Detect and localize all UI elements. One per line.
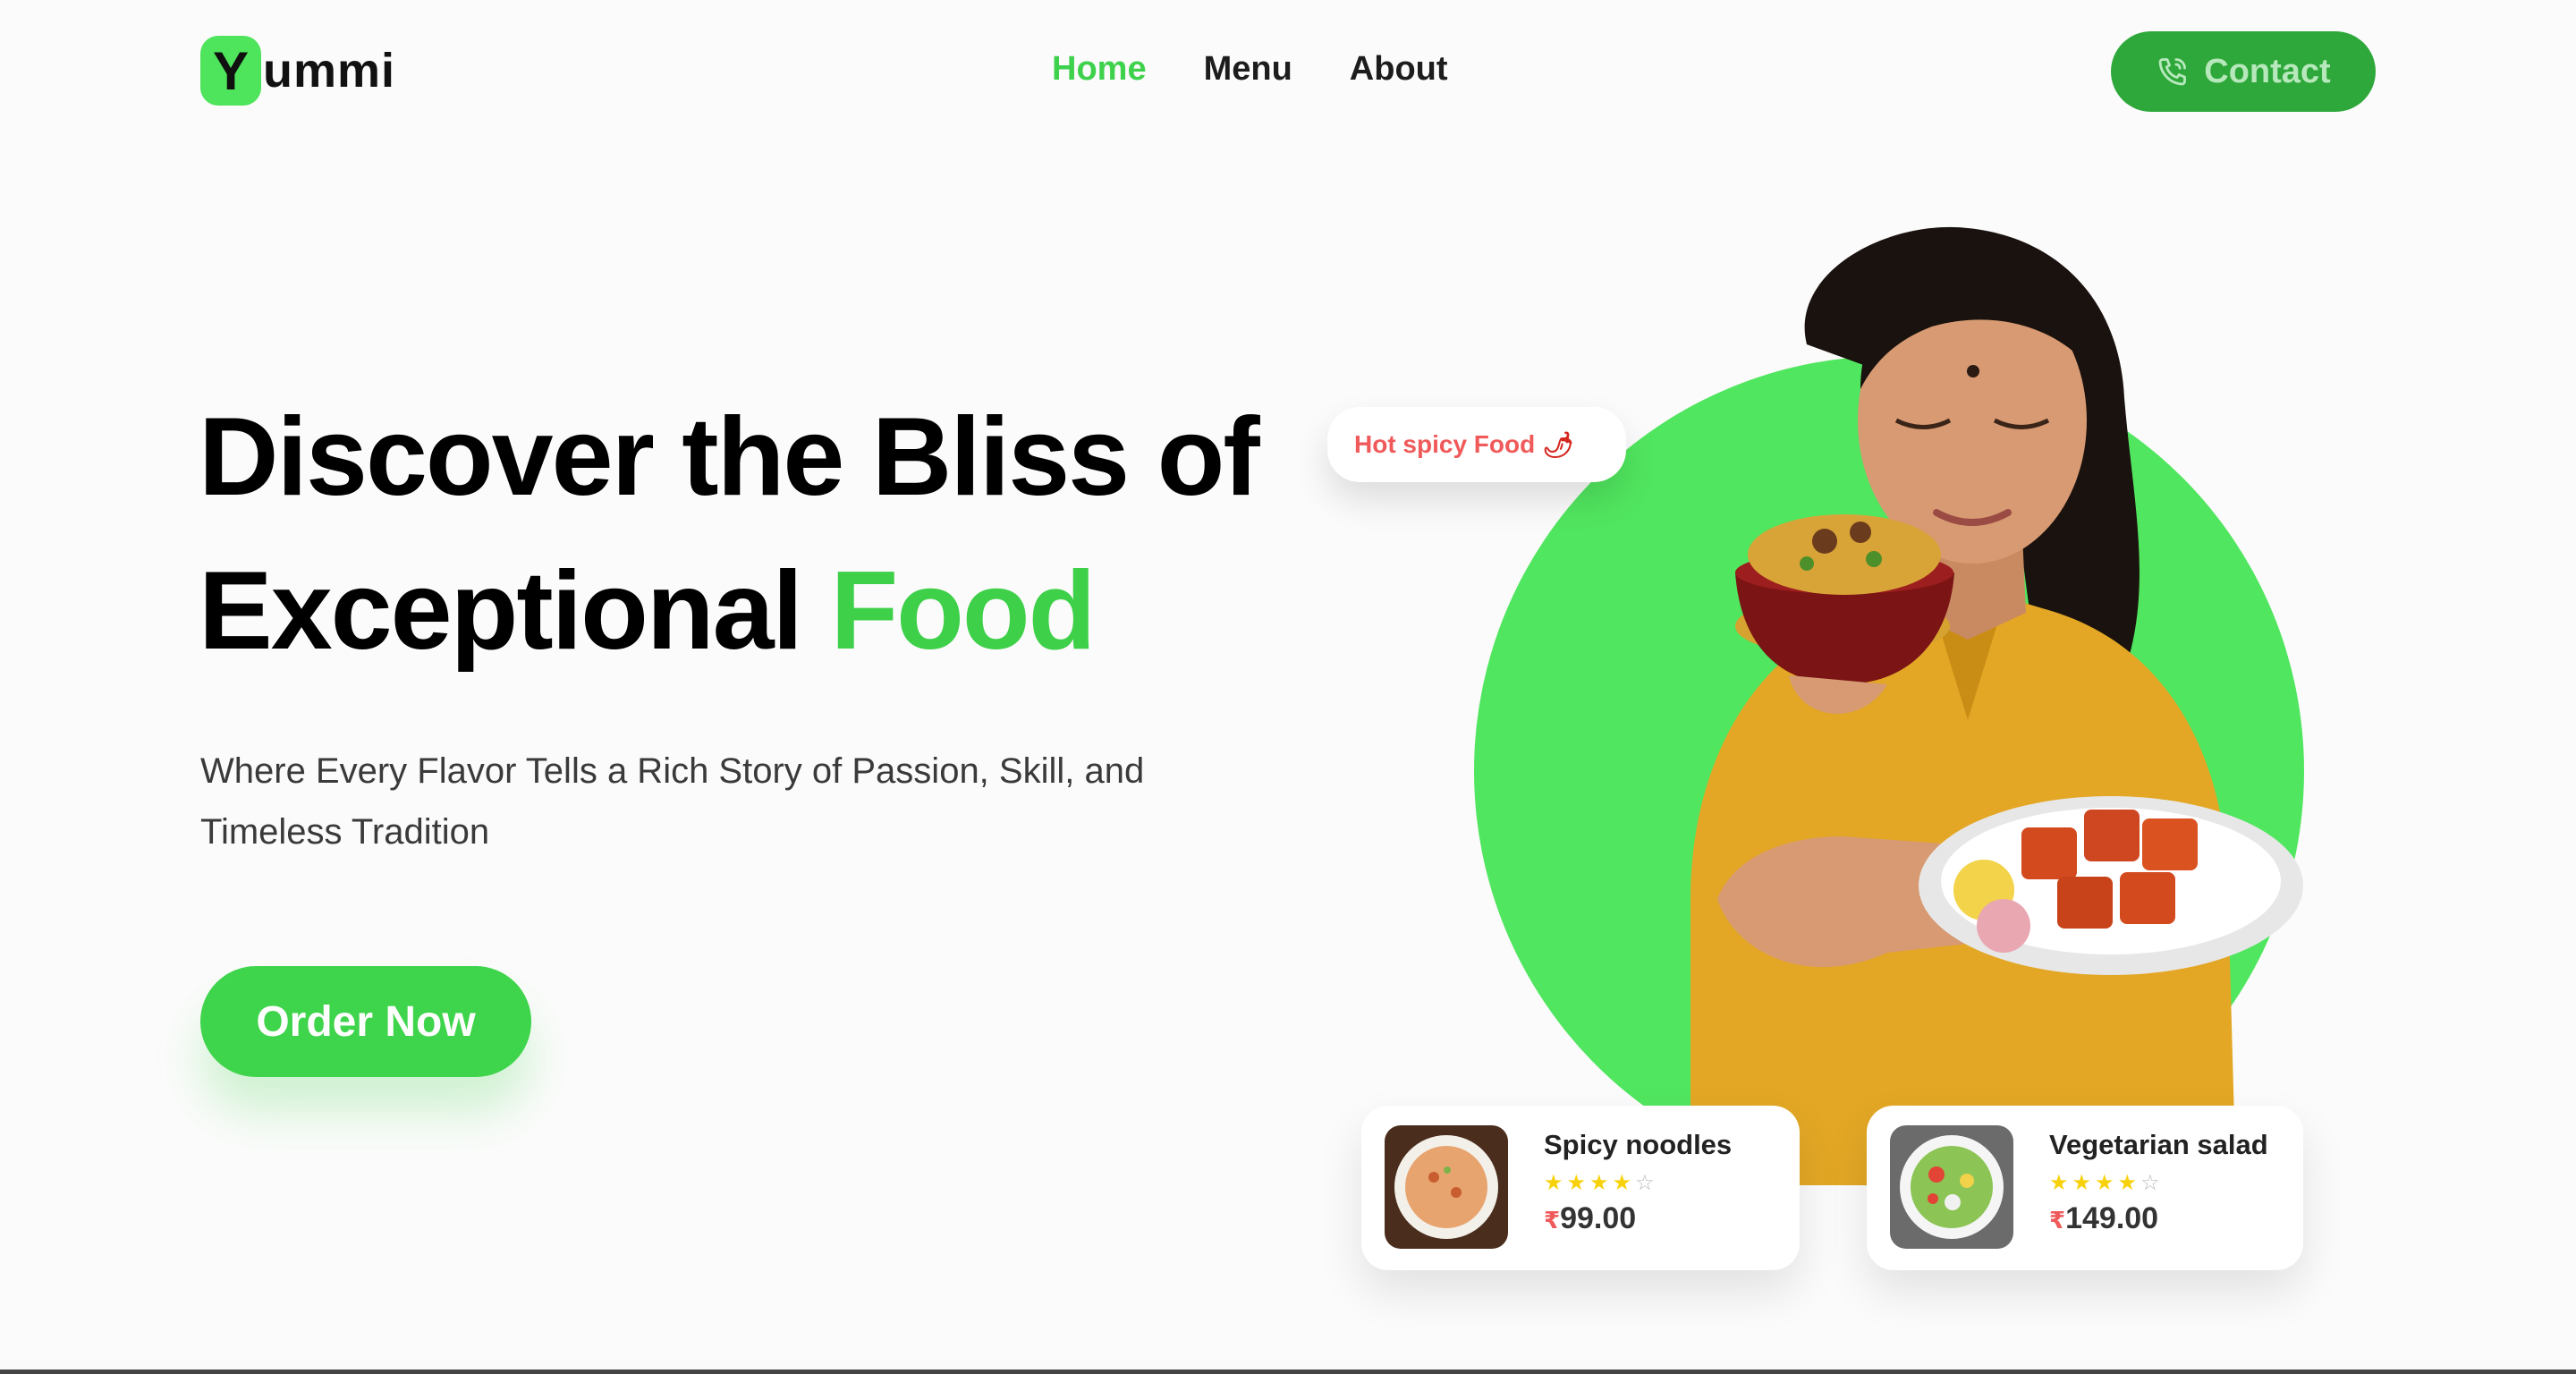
nav-about[interactable]: About	[1350, 50, 1448, 89]
rating-stars: ★★★★☆	[1544, 1170, 1732, 1196]
hero-subtitle: Where Every Flavor Tells a Rich Story of…	[200, 751, 1145, 852]
page-bottom-border	[0, 1370, 2576, 1374]
hero-title-accent: Food	[830, 549, 1096, 673]
price-value: 149.00	[2065, 1201, 2159, 1235]
contact-button[interactable]: Contact	[2111, 31, 2376, 112]
food-thumbnail	[1385, 1125, 1508, 1249]
food-price: ₹99.00	[1544, 1201, 1732, 1236]
hot-spicy-food-bubble: Hot spicy Food 🌶	[1327, 407, 1626, 482]
hero-title-line2: Exceptional	[199, 549, 831, 673]
star-empty-icon: ☆	[1635, 1171, 1658, 1195]
main-nav: Home Menu About	[1052, 50, 1448, 89]
contact-label: Contact	[2204, 52, 2331, 90]
food-card-info: Spicy noodles ★★★★☆ ₹99.00	[1544, 1129, 1732, 1236]
food-card[interactable]: Spicy noodles ★★★★☆ ₹99.00	[1361, 1106, 1800, 1270]
currency-symbol: ₹	[2049, 1207, 2066, 1234]
chili-icon: 🌶	[1542, 430, 1574, 459]
food-card[interactable]: Vegetarian salad ★★★★☆ ₹149.00	[1867, 1106, 2303, 1270]
rating-stars: ★★★★☆	[2049, 1170, 2268, 1196]
order-now-button[interactable]: Order Now	[200, 966, 531, 1077]
hero-title: Discover the Bliss of Exceptional Food	[199, 380, 1317, 688]
logo-text: ummi	[263, 44, 396, 98]
star-filled-icons: ★★★★	[2049, 1171, 2141, 1195]
logo-mark: Y	[200, 36, 261, 106]
currency-symbol: ₹	[1544, 1207, 1561, 1234]
nav-home[interactable]: Home	[1052, 50, 1147, 89]
brand-logo[interactable]: Y ummi	[200, 36, 395, 106]
landing-page: Y ummi Home Menu About Contact Discover …	[0, 0, 2576, 1374]
food-thumbnail	[1890, 1125, 2013, 1249]
woman-with-food-image	[1690, 226, 2303, 1185]
food-card-info: Vegetarian salad ★★★★☆ ₹149.00	[2049, 1129, 2268, 1236]
phone-icon	[2158, 58, 2187, 86]
food-name: Vegetarian salad	[2049, 1129, 2268, 1160]
star-filled-icons: ★★★★	[1544, 1171, 1636, 1195]
nav-menu[interactable]: Menu	[1204, 50, 1292, 89]
star-empty-icon: ☆	[2140, 1171, 2164, 1195]
bubble-text: Hot spicy Food	[1354, 430, 1536, 458]
food-price: ₹149.00	[2049, 1201, 2268, 1236]
food-name: Spicy noodles	[1544, 1129, 1733, 1160]
price-value: 99.00	[1560, 1201, 1637, 1235]
hero-title-line1: Discover the Bliss of	[199, 395, 1260, 519]
